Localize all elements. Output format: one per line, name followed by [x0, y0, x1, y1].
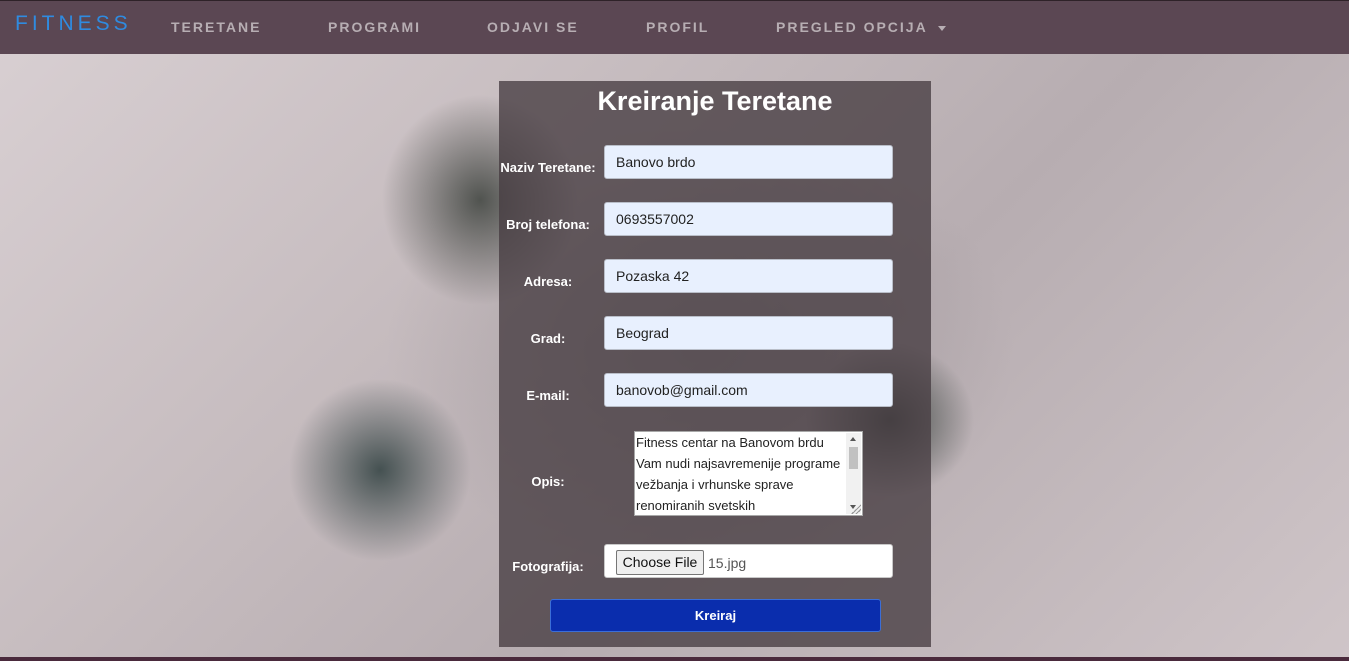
nav-item-profil[interactable]: PROFIL	[646, 19, 709, 35]
file-input[interactable]: Choose File 15.jpg	[604, 544, 893, 578]
create-gym-form: Kreiranje Teretane Naziv Teretane: Banov…	[499, 81, 931, 647]
nav-item-teretane[interactable]: TERETANE	[171, 19, 261, 35]
top-navbar: FITNESS TERETANE PROGRAMI ODJAVI SE PROF…	[0, 0, 1349, 54]
telefon-label: Broj telefona:	[506, 217, 590, 232]
fotografija-label: Fotografija:	[512, 559, 584, 574]
selected-file-name: 15.jpg	[708, 555, 747, 571]
nav-item-programi[interactable]: PROGRAMI	[328, 19, 421, 35]
nav-item-odjavi-se[interactable]: ODJAVI SE	[487, 19, 579, 35]
adresa-input[interactable]: Pozaska 42	[604, 259, 893, 293]
telefon-input[interactable]: 0693557002	[604, 202, 893, 236]
kreiraj-button[interactable]: Kreiraj	[550, 599, 881, 632]
nav-dropdown-label: PREGLED OPCIJA	[776, 19, 928, 35]
opis-label: Opis:	[531, 474, 565, 489]
adresa-label: Adresa:	[523, 274, 573, 289]
textarea-scrollbar[interactable]	[846, 433, 861, 514]
brand-logo[interactable]: FITNESS	[15, 12, 132, 36]
grad-input[interactable]: Beograd	[604, 316, 893, 350]
naziv-label: Naziv Teretane:	[500, 160, 596, 175]
caret-down-icon	[937, 25, 946, 31]
opis-text: Fitness centar na Banovom brdu Vam nudi …	[636, 435, 841, 513]
choose-file-button[interactable]: Choose File	[616, 550, 704, 575]
email-label: E-mail:	[526, 388, 570, 403]
scroll-up-icon[interactable]	[850, 437, 856, 441]
opis-textarea[interactable]: Fitness centar na Banovom brdu Vam nudi …	[634, 431, 863, 516]
email-input[interactable]: banovob@gmail.com	[604, 373, 893, 407]
naziv-input[interactable]: Banovo brdo	[604, 145, 893, 179]
nav-dropdown-pregled-opcija[interactable]: PREGLED OPCIJA	[776, 19, 946, 35]
resize-grip-icon[interactable]	[851, 504, 861, 514]
bottom-divider	[0, 657, 1349, 661]
scroll-thumb[interactable]	[849, 447, 858, 469]
form-title: Kreiranje Teretane	[597, 86, 833, 116]
grad-label: Grad:	[530, 331, 566, 346]
